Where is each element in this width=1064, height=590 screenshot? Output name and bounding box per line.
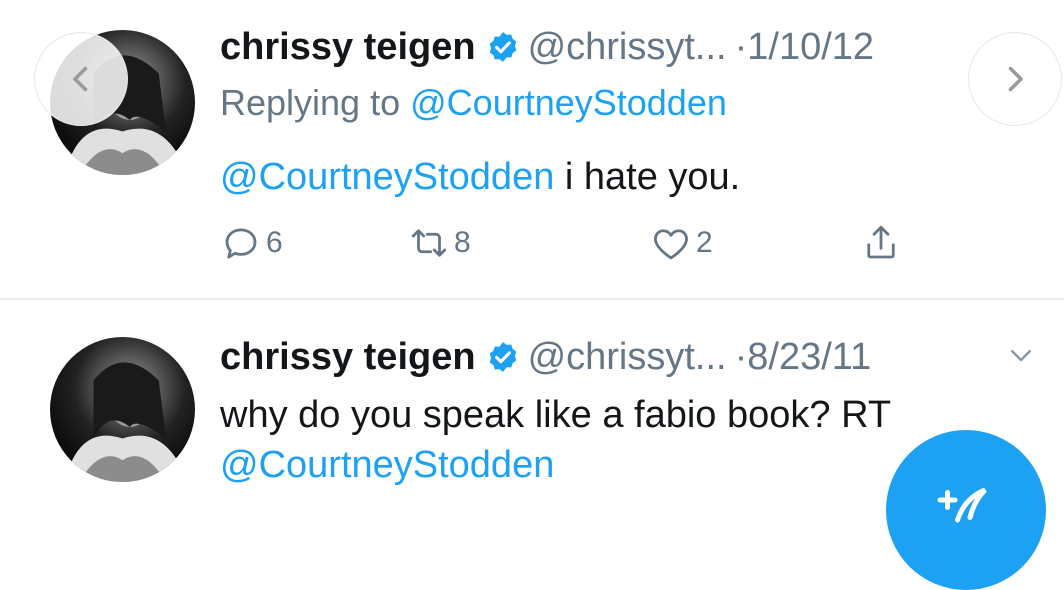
share-icon — [867, 225, 895, 259]
display-name[interactable]: chrissy teigen — [220, 336, 476, 378]
reply-button[interactable]: 6 — [220, 222, 283, 264]
verified-badge-icon — [489, 342, 516, 372]
avatar[interactable] — [50, 337, 195, 482]
like-button[interactable]: 2 — [650, 222, 713, 264]
next-image-button[interactable] — [968, 32, 1062, 126]
retweet-icon — [411, 229, 447, 257]
reply-count: 6 — [266, 226, 283, 259]
replying-to-handle-link[interactable]: @CourtneyStodden — [410, 82, 727, 123]
handle[interactable]: @chrissyt... — [528, 26, 727, 68]
tweet-header: chrissy teigen @chrissyt... ·8/23/11 — [220, 332, 871, 382]
avatar-image — [64, 362, 188, 482]
mention-link[interactable]: @CourtneyStodden — [220, 156, 554, 198]
compose-tweet-button[interactable] — [886, 430, 1046, 590]
like-count: 2 — [696, 226, 713, 259]
separator-dot: · — [734, 26, 748, 68]
retweet-button[interactable]: 8 — [408, 222, 471, 264]
previous-image-button[interactable] — [34, 32, 128, 126]
tweet-header: chrissy teigen @chrissyt... ·1/10/12 — [220, 22, 874, 72]
tweet-text: @CourtneyStodden i hate you. — [220, 152, 740, 202]
like-icon — [654, 229, 688, 260]
handle[interactable]: @chrissyt... — [528, 336, 727, 378]
share-button[interactable] — [860, 222, 902, 264]
chevron-right-icon — [1008, 66, 1023, 92]
tweet-actions: 6 8 2 — [220, 222, 920, 272]
reply-icon — [225, 228, 257, 259]
mention-link[interactable]: @CourtneyStodden — [220, 444, 554, 486]
tweet-body: i hate you. — [554, 156, 741, 198]
verified-badge-icon — [489, 32, 516, 62]
compose-icon — [937, 487, 987, 523]
chevron-left-icon — [73, 66, 88, 92]
display-name[interactable]: chrissy teigen — [220, 26, 476, 68]
tweet-date[interactable]: 8/23/11 — [747, 336, 871, 378]
tweet-body: why do you speak like a fabio book? RT — [220, 394, 892, 436]
retweet-count: 8 — [454, 226, 471, 259]
tweet[interactable]: chrissy teigen @chrissyt... ·1/10/12 Repl… — [0, 0, 1064, 298]
tweet-text: why do you speak like a fabio book? RT @… — [220, 390, 1000, 490]
tweet-date[interactable]: 1/10/12 — [747, 26, 874, 68]
separator-dot: · — [734, 336, 748, 378]
replying-to-line: Replying to @CourtneyStodden — [220, 80, 727, 126]
replying-to-label: Replying to — [220, 82, 401, 123]
chevron-down-icon[interactable] — [1006, 340, 1036, 370]
